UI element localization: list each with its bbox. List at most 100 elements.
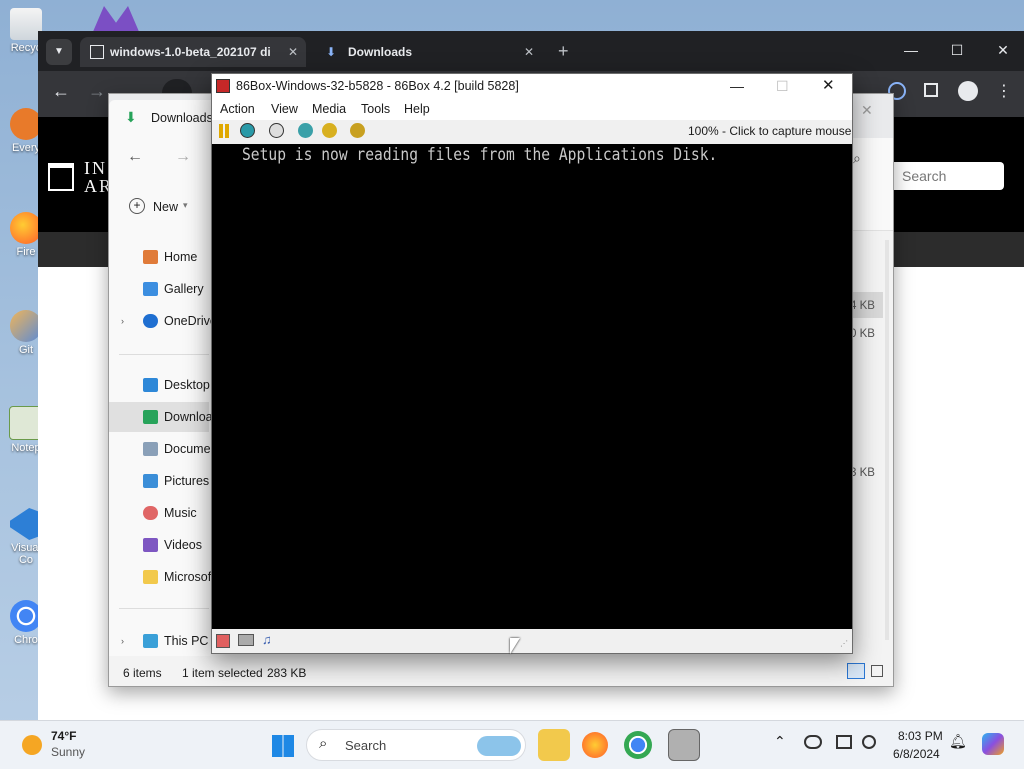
settings-icon[interactable] (350, 123, 365, 138)
explorer-tab-label: Downloads (151, 111, 213, 125)
profile-avatar[interactable] (958, 81, 978, 101)
chrome-tabstrip: ▼ windows-1.0-beta_202107 dire ✕ ⬇ Downl… (38, 31, 1024, 71)
downloads-icon: ⬇ (125, 109, 137, 125)
nav-microsoft-folder[interactable]: Microsof (109, 562, 211, 592)
desktop-icon (143, 378, 158, 392)
archive-favicon-icon (90, 45, 104, 59)
pause-icon[interactable] (219, 124, 223, 138)
86box-close-icon[interactable]: ✕ (822, 74, 835, 98)
chrome-taskbar-icon[interactable] (624, 731, 652, 759)
show-hidden-icons-icon[interactable]: ⌃ (774, 733, 786, 750)
menu-action[interactable]: Action (220, 98, 255, 120)
menu-tools[interactable]: Tools (361, 98, 390, 120)
nav-desktop[interactable]: Desktop (109, 370, 210, 400)
forward-icon[interactable]: → (88, 81, 106, 102)
site-search-input[interactable]: ⌕ Search (880, 162, 1004, 190)
tab-downloads[interactable]: ⬇ Downloads ✕ (316, 37, 542, 67)
86box-toolbar: 100% - Click to capture mouse (212, 120, 852, 144)
nav-documents[interactable]: Documen (109, 434, 218, 464)
speaker-icon[interactable] (862, 735, 876, 749)
86box-maximize-icon[interactable]: ☐ (776, 74, 789, 98)
start-icon[interactable] (272, 735, 294, 757)
taskbar-search[interactable]: ⌕ Search (306, 729, 526, 761)
explorer-forward-icon[interactable]: → (175, 148, 191, 166)
nav-videos[interactable]: Videos (109, 530, 209, 560)
weather-condition[interactable]: Sunny (51, 745, 85, 759)
nav-label: Pictures (164, 474, 210, 488)
explorer-back-icon[interactable]: ← (127, 148, 143, 166)
file-size-cell: 4 KB (850, 300, 875, 312)
taskbar-search-label: Search (345, 738, 387, 753)
visual-studio-icon[interactable] (92, 6, 140, 34)
nav-this-pc[interactable]: › This PC (109, 626, 209, 656)
resize-grip-icon[interactable]: ⋰ (840, 639, 848, 648)
tab-label: windows-1.0-beta_202107 dire (110, 45, 270, 59)
explorer-close-icon[interactable]: ✕ (861, 102, 873, 119)
tab-search-chevron-icon[interactable]: ▼ (46, 39, 72, 65)
reset-icon[interactable] (240, 123, 255, 138)
nav-label: This PC (164, 634, 209, 648)
side-panel-icon[interactable] (924, 83, 938, 97)
hard-disk-icon[interactable] (238, 634, 254, 646)
archive-logo-icon (48, 163, 74, 191)
close-window-icon[interactable]: ✕ (980, 31, 1024, 71)
cloud-icon (143, 314, 158, 328)
copilot-icon[interactable] (982, 733, 1004, 755)
floppy-drive-icon[interactable] (216, 634, 230, 648)
86box-minimize-icon[interactable]: — (730, 74, 744, 98)
weather-sun-icon[interactable] (22, 735, 42, 755)
expand-chevron-icon[interactable]: › (121, 626, 124, 656)
clock-date[interactable]: 6/8/2024 (893, 747, 940, 761)
sound-icon[interactable]: ♫ (262, 632, 272, 647)
temperature[interactable]: 74°F (51, 729, 76, 743)
ctrl-alt-esc-icon[interactable] (322, 123, 337, 138)
close-tab-icon[interactable]: ✕ (288, 37, 298, 67)
explorer-search-icon[interactable]: ⌕ (853, 150, 861, 167)
emulator-screen[interactable]: Setup is now reading files from the Appl… (212, 144, 852, 629)
capture-mouse-hint[interactable]: 100% - Click to capture mouse (688, 124, 851, 138)
file-explorer-taskbar-icon[interactable] (538, 729, 570, 761)
menu-media[interactable]: Media (312, 98, 346, 120)
nav-pictures[interactable]: Pictures (109, 466, 209, 496)
display-icon[interactable] (836, 735, 852, 749)
nav-onedrive[interactable]: › OneDrive (109, 306, 217, 336)
onedrive-off-icon[interactable] (804, 735, 822, 749)
firefox-taskbar-icon[interactable] (582, 732, 608, 758)
back-icon[interactable]: ← (52, 81, 70, 102)
expand-chevron-icon[interactable]: › (121, 306, 124, 336)
setup-message: Setup is now reading files from the Appl… (242, 145, 718, 165)
new-tab-button[interactable]: + (558, 37, 569, 65)
details-view-icon[interactable] (847, 663, 865, 679)
navigation-pane: Home Gallery › OneDrive Desktop Downloa D… (109, 230, 218, 656)
tiles-view-icon[interactable] (871, 665, 883, 677)
download-icon (143, 410, 158, 424)
tab-label: Downloads (348, 45, 413, 59)
clock-time[interactable]: 8:03 PM (898, 729, 943, 743)
maximize-icon[interactable]: ☐ (934, 31, 980, 71)
tab-archive[interactable]: windows-1.0-beta_202107 dire ✕ (80, 37, 306, 67)
power-icon[interactable] (269, 123, 284, 138)
pc-icon (143, 634, 158, 648)
86box-app-icon (216, 79, 230, 93)
close-tab-icon[interactable]: ✕ (524, 37, 534, 67)
download-favicon-icon: ⬇ (326, 45, 337, 59)
menu-help[interactable]: Help (404, 98, 430, 120)
nav-gallery[interactable]: Gallery (109, 274, 209, 304)
menu-view[interactable]: View (271, 98, 298, 120)
minimize-icon[interactable]: — (888, 31, 934, 71)
nav-label: Music (164, 506, 197, 520)
nav-downloads[interactable]: Downloa (109, 402, 213, 432)
notification-bell-icon[interactable]: 🔔︎ (949, 733, 967, 750)
86box-taskbar-icon[interactable] (668, 729, 700, 761)
nav-label: Documen (164, 442, 218, 456)
ctrl-alt-del-icon[interactable] (298, 123, 313, 138)
nav-divider (119, 354, 209, 355)
nav-label: Downloa (164, 410, 213, 424)
explorer-scrollbar[interactable] (885, 240, 889, 640)
nav-home[interactable]: Home (109, 242, 209, 272)
chrome-menu-icon[interactable]: ⋮ (996, 81, 1012, 101)
nav-music[interactable]: Music (109, 498, 209, 528)
taskbar: 74°F Sunny ⌕ Search ⌃ 8:03 PM 6/8/2024 🔔… (0, 720, 1024, 769)
86box-titlebar: 86Box-Windows-32-b5828 - 86Box 4.2 [buil… (212, 74, 852, 98)
site-search-placeholder: Search (902, 168, 947, 184)
